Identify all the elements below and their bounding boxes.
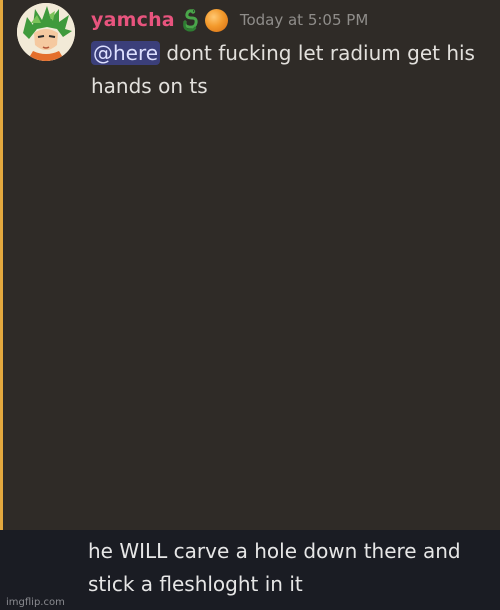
message-timestamp[interactable]: Today at 5:05 PM <box>240 11 368 29</box>
imgflip-watermark: imgflip.com <box>6 597 65 608</box>
author-username[interactable]: yamcha <box>91 9 175 31</box>
here-mention[interactable]: @here <box>91 41 161 65</box>
message-content: @here dont fucking let radium get his ha… <box>91 37 491 103</box>
green-serpent-icon[interactable] <box>179 8 201 32</box>
user-avatar[interactable] <box>17 3 75 61</box>
caption-panel: he WILL carve a hole down there and stic… <box>0 530 500 610</box>
message-header: yamcha Today at 5:05 PM <box>91 4 368 36</box>
anime-character-avatar-icon <box>17 3 75 61</box>
meme-caption: he WILL carve a hole down there and stic… <box>88 539 461 596</box>
orange-orb-icon <box>204 8 228 32</box>
message-panel: yamcha Today at 5:05 PM @here dont fucki… <box>0 0 500 530</box>
